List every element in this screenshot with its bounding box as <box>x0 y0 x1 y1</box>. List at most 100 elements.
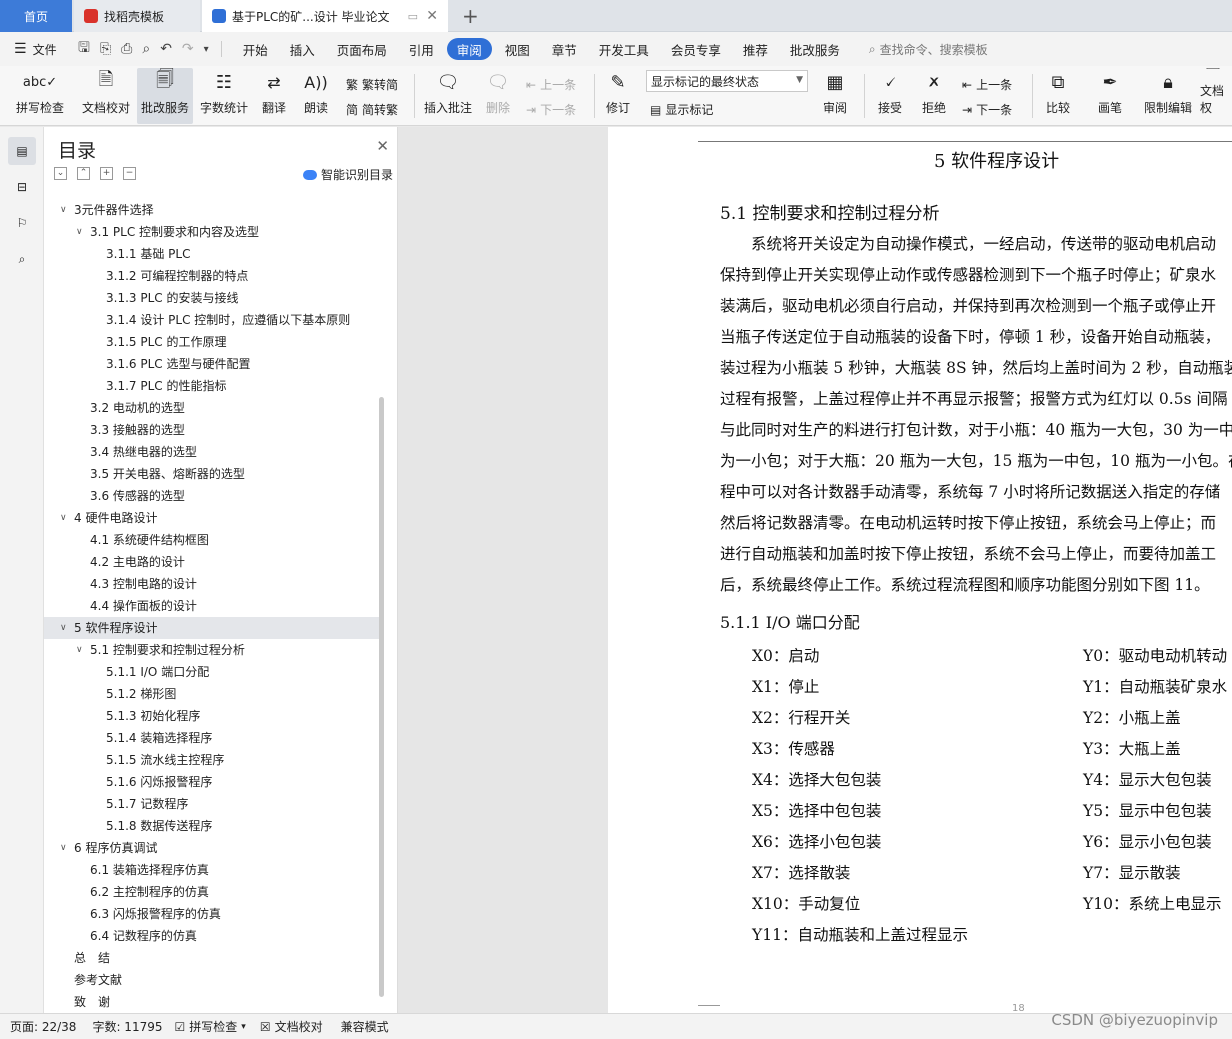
page-indicator[interactable]: 页面: 22/38 <box>10 1018 76 1035</box>
doc-permission-button[interactable]: 🗋 文档权 <box>1200 68 1232 124</box>
toc-item[interactable]: 3.1.5 PLC 的工作原理 <box>54 331 380 353</box>
compare-button[interactable]: ⧉ 比较 <box>1036 68 1080 124</box>
toc-item[interactable]: 3.4 热继电器的选型 <box>54 441 380 463</box>
menu-review-service[interactable]: 批改服务 <box>781 38 849 60</box>
chevron-down-icon[interactable]: ∨ <box>60 199 67 221</box>
word-count-button[interactable]: ☷ 字数统计 <box>196 68 252 124</box>
close-tab-icon[interactable]: ✕ <box>426 8 438 24</box>
toc-item[interactable]: 3.6 传感器的选型 <box>54 485 380 507</box>
toc-pane-icon[interactable]: ▤ <box>8 137 36 165</box>
menu-chapter[interactable]: 章节 <box>543 38 586 60</box>
toc-item[interactable]: 3.2 电动机的选型 <box>54 397 380 419</box>
chevron-down-icon[interactable]: ∨ <box>76 639 83 661</box>
menu-member[interactable]: 会员专享 <box>662 38 730 60</box>
toc-item[interactable]: 6.3 闪烁报警程序的仿真 <box>54 903 380 925</box>
chevron-down-icon[interactable]: ∨ <box>76 221 83 243</box>
toc-item[interactable]: 3.1.4 设计 PLC 控制时，应遵循以下基本原则 <box>54 309 380 331</box>
save-icon[interactable]: 🖫 <box>78 37 90 61</box>
toc-item[interactable]: 5.1.6 闪烁报警程序 <box>54 771 380 793</box>
toc-item[interactable]: 4.4 操作面板的设计 <box>54 595 380 617</box>
doc-check-button[interactable]: 🗎 文档校对 <box>78 68 134 124</box>
toc-item[interactable]: 6.1 装箱选择程序仿真 <box>54 859 380 881</box>
spellcheck-status[interactable]: ☑ 拼写检查 ▾ <box>175 1018 246 1035</box>
trad-to-simp-button[interactable]: 繁繁转简 <box>346 76 398 93</box>
toc-item[interactable]: 3.1.2 可编程控制器的特点 <box>54 265 380 287</box>
file-menu[interactable]: ☰ 文件 <box>0 41 72 58</box>
review-service-button[interactable]: 🗐 批改服务 <box>137 68 193 124</box>
toc-item[interactable]: 3.1.1 基础 PLC <box>54 243 380 265</box>
track-changes-button[interactable]: ✎ 修订 <box>598 68 638 124</box>
toc-item[interactable]: 4.3 控制电路的设计 <box>54 573 380 595</box>
menu-reference[interactable]: 引用 <box>400 38 443 60</box>
toc-item[interactable]: 5.1.2 梯形图 <box>54 683 380 705</box>
accept-button[interactable]: 🗸 接受 <box>870 68 910 124</box>
smart-toc-button[interactable]: 智能识别目录 <box>302 166 393 183</box>
toc-item[interactable]: 3.1.6 PLC 选型与硬件配置 <box>54 353 380 375</box>
tab-document[interactable]: 基于PLC的矿...设计 毕业论文 ▭ ✕ <box>202 0 448 32</box>
print-icon[interactable]: ⎙ <box>121 41 132 57</box>
toc-scrollbar[interactable] <box>379 397 384 997</box>
chevron-down-icon[interactable]: ∨ <box>60 617 67 639</box>
menu-recommend[interactable]: 推荐 <box>734 38 777 60</box>
word-count-indicator[interactable]: 字数: 11795 <box>92 1018 162 1035</box>
undo-icon[interactable]: ↶ <box>160 41 172 57</box>
simp-to-trad-button[interactable]: 简简转繁 <box>346 101 398 118</box>
toc-item[interactable]: 6.4 记数程序的仿真 <box>54 925 380 947</box>
toc-item[interactable]: 3.5 开关电器、熔断器的选型 <box>54 463 380 485</box>
read-aloud-button[interactable]: A)) 朗读 <box>298 68 334 124</box>
export-pdf-icon[interactable]: ⎘ <box>100 41 111 57</box>
customize-icon[interactable]: ▾ <box>204 44 209 55</box>
tab-template[interactable]: 找稻壳模板 <box>74 0 200 32</box>
toc-item[interactable]: 4.1 系统硬件结构框图 <box>54 529 380 551</box>
translate-button[interactable]: ⇄ 翻译 <box>254 68 294 124</box>
menu-devtools[interactable]: 开发工具 <box>590 38 658 60</box>
review-pane-button[interactable]: ▦ 审阅 <box>815 68 855 124</box>
toc-item[interactable]: 3.1.7 PLC 的性能指标 <box>54 375 380 397</box>
toc-item[interactable]: 5.1.8 数据传送程序 <box>54 815 380 837</box>
collapse-all-icon[interactable]: ⌄ <box>54 167 67 180</box>
spellcheck-button[interactable]: abc✓ 拼写检查 <box>8 68 72 124</box>
toc-item[interactable]: 3.1.3 PLC 的安装与接线 <box>54 287 380 309</box>
tab-home[interactable]: 首页 <box>0 0 72 32</box>
document-page[interactable]: 5 软件程序设计 5.1 控制要求和控制过程分析 系统将开关设定为自动操作模式，… <box>608 127 1232 1013</box>
toc-item[interactable]: 5.1.5 流水线主控程序 <box>54 749 380 771</box>
reject-button[interactable]: 🗶 拒绝 <box>914 68 954 124</box>
menu-layout[interactable]: 页面布局 <box>328 38 396 60</box>
command-search[interactable]: ⌕ 查找命令、搜索模板 <box>869 41 988 58</box>
toc-item[interactable]: ∨ 3元件器件选择 <box>54 199 380 221</box>
prev-comment-button[interactable]: ⇤ 上一条 <box>526 76 576 93</box>
print-preview-icon[interactable]: ⌕ <box>142 41 150 57</box>
next-comment-button[interactable]: ⇥ 下一条 <box>526 101 576 118</box>
new-tab-icon[interactable]: + <box>462 4 479 28</box>
chevron-down-icon[interactable]: ∨ <box>60 507 67 529</box>
toc-item[interactable]: ∨ 5.1 控制要求和控制过程分析 <box>54 639 380 661</box>
toc-item[interactable]: 5.1.4 装箱选择程序 <box>54 727 380 749</box>
restrict-edit-button[interactable]: 🔒︎ 限制编辑 <box>1138 68 1198 124</box>
toc-item[interactable]: ∨ 6 程序仿真调试 <box>54 837 380 859</box>
doccheck-status[interactable]: ☒ 文档校对 <box>260 1018 323 1035</box>
menu-insert[interactable]: 插入 <box>281 38 324 60</box>
toc-item[interactable]: 5.1.7 记数程序 <box>54 793 380 815</box>
expand-all-icon[interactable]: ⌃ <box>77 167 90 180</box>
toc-item[interactable]: 致 谢 <box>54 991 380 1013</box>
redo-icon[interactable]: ↷ <box>182 41 194 57</box>
menu-view[interactable]: 视图 <box>496 38 539 60</box>
add-heading-icon[interactable]: + <box>100 167 113 180</box>
prev-change-button[interactable]: ⇤ 上一条 <box>962 76 1012 93</box>
chevron-down-icon[interactable]: ∨ <box>60 837 67 859</box>
delete-comment-button[interactable]: 🗨 删除 <box>478 68 518 124</box>
toc-item[interactable]: 3.3 接触器的选型 <box>54 419 380 441</box>
remove-heading-icon[interactable]: − <box>123 167 136 180</box>
toc-item[interactable]: 总 结 <box>54 947 380 969</box>
toc-item[interactable]: ∨ 4 硬件电路设计 <box>54 507 380 529</box>
toc-item[interactable]: 5.1.1 I/O 端口分配 <box>54 661 380 683</box>
show-markup-button[interactable]: ▤ 显示标记 <box>650 101 713 118</box>
find-icon[interactable]: ⌕ <box>8 245 36 273</box>
toc-item[interactable]: 4.2 主电路的设计 <box>54 551 380 573</box>
restore-icon[interactable]: ▭ <box>408 10 418 23</box>
toc-item[interactable]: ∨ 5 软件程序设计 <box>44 617 380 639</box>
menu-start[interactable]: 开始 <box>234 38 277 60</box>
toc-item[interactable]: 6.2 主控制程序的仿真 <box>54 881 380 903</box>
toc-item[interactable]: ∨ 3.1 PLC 控制要求和内容及选型 <box>54 221 380 243</box>
next-change-button[interactable]: ⇥ 下一条 <box>962 101 1012 118</box>
